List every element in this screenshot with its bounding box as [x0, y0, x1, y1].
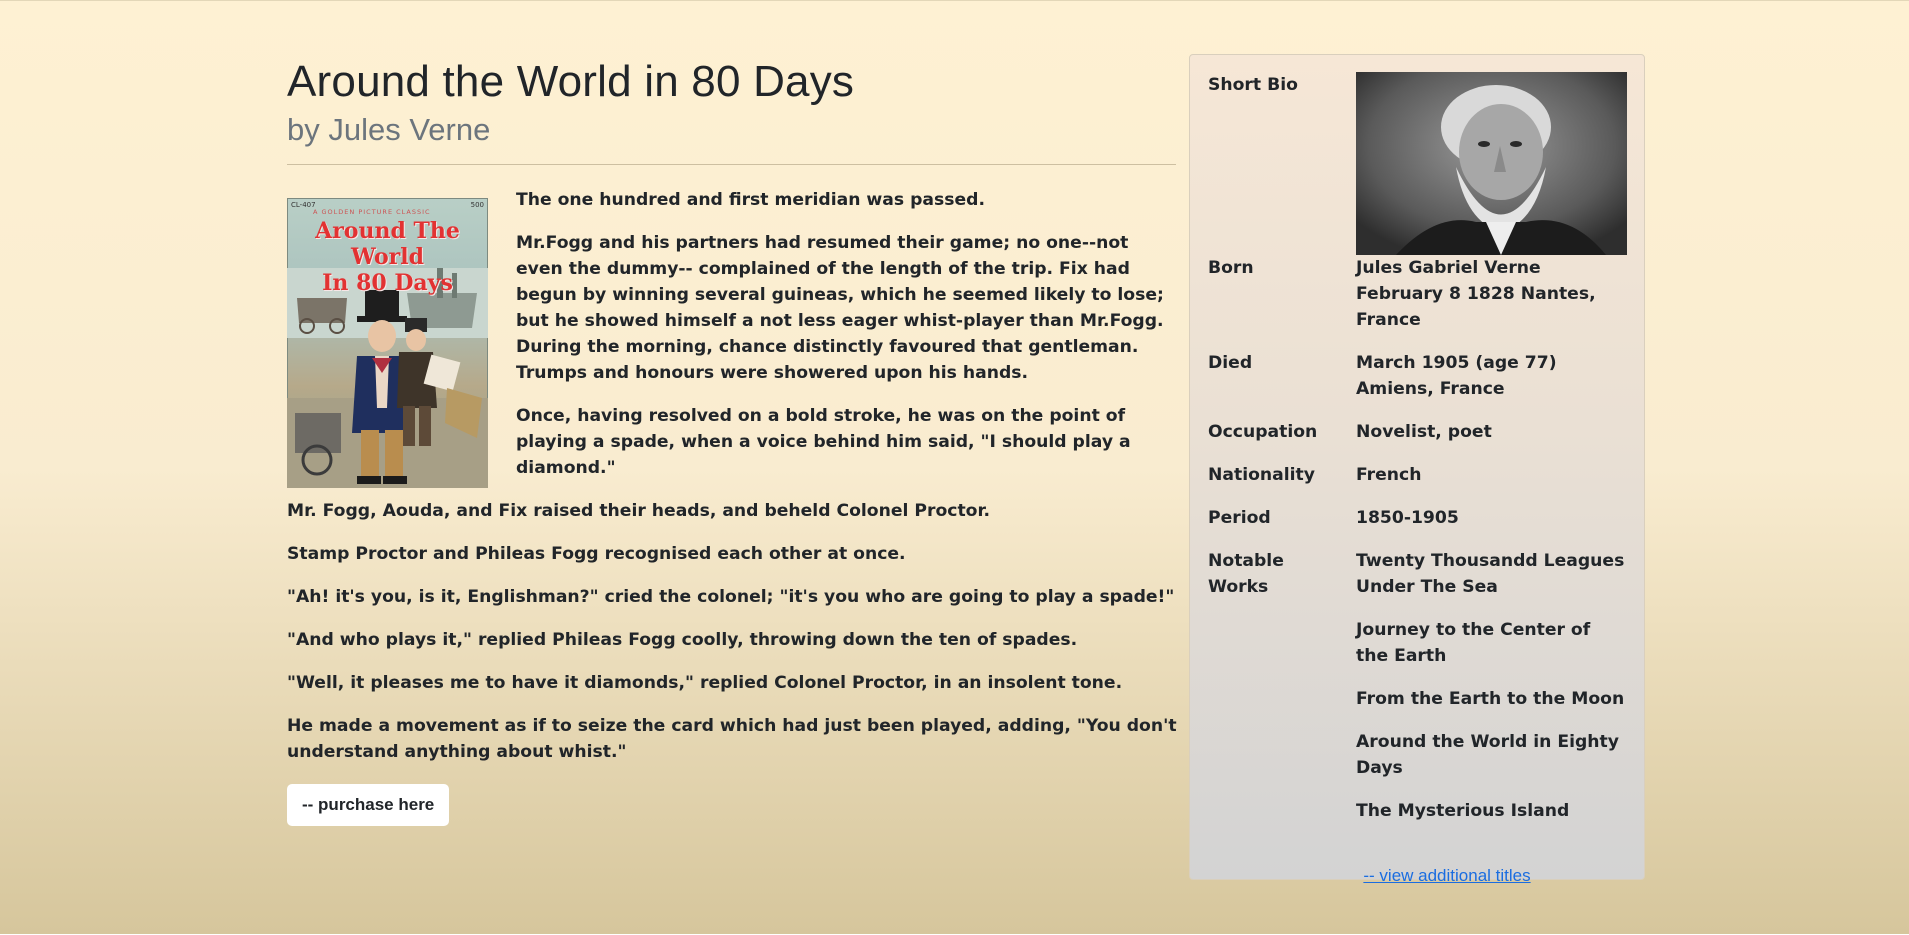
bio-row-works: Notable Works Twenty Thousandd Leagues U… — [1190, 548, 1644, 841]
occupation-label: Occupation — [1208, 422, 1318, 442]
work-item: From the Earth to the Moon — [1356, 689, 1625, 709]
main-content: Around the World in 80 Days by Jules Ver… — [287, 54, 1177, 826]
author-portrait — [1356, 72, 1627, 255]
bio-row-died: Died March 1905 (age 77) Amiens, France — [1190, 350, 1644, 419]
purchase-button[interactable]: -- purchase here — [287, 784, 450, 826]
short-bio-panel: Short Bio Born Jules Gabriel Verne Febru… — [1189, 54, 1645, 885]
work-item: Journey to the Center of the Earth — [1356, 620, 1591, 666]
view-additional-titles-link[interactable]: -- view additional titles — [1190, 863, 1644, 889]
died-value: March 1905 (age 77) Amiens, France — [1356, 353, 1557, 399]
born-label: Born — [1208, 258, 1254, 278]
work-item: Twenty Thousandd Leagues Under The Sea — [1356, 551, 1625, 597]
story-paragraph: "Ah! it's you, is it, Englishman?" cried… — [287, 587, 1175, 607]
period-value: 1850-1905 — [1356, 508, 1459, 528]
story-paragraph: "And who plays it," replied Phileas Fogg… — [287, 630, 1078, 650]
story-paragraph: "Well, it pleases me to have it diamonds… — [287, 673, 1123, 693]
occupation-value: Novelist, poet — [1356, 422, 1492, 442]
book-author: by Jules Verne — [287, 112, 491, 147]
divider — [287, 164, 1176, 165]
nationality-value: French — [1356, 465, 1422, 485]
period-label: Period — [1208, 508, 1271, 528]
bio-heading: Short Bio — [1208, 75, 1298, 95]
cover-title: Around The World In 80 Days — [315, 218, 460, 296]
bio-portrait-cell — [1356, 72, 1628, 255]
work-item: Around the World in Eighty Days — [1356, 732, 1619, 778]
work-item: The Mysterious Island — [1356, 801, 1570, 821]
bio-row-period: Period 1850-1905 — [1190, 505, 1644, 548]
died-label: Died — [1208, 353, 1253, 373]
book-title: Around the World in 80 Days — [287, 57, 855, 106]
story-paragraph: Mr. Fogg, Aouda, and Fix raised their he… — [287, 501, 991, 521]
bio-row-born: Born Jules Gabriel Verne February 8 1828… — [1190, 255, 1644, 350]
cover-series-name: A GOLDEN PICTURE CLASSIC — [313, 208, 431, 216]
story-text: CL-407 500 A GOLDEN PICTURE CLASSIC Aroun… — [287, 187, 1177, 826]
works-list: Twenty Thousandd Leagues Under The Sea J… — [1356, 548, 1628, 841]
bio-row-occupation: Occupation Novelist, poet — [1190, 419, 1644, 462]
bio-row-heading: Short Bio — [1190, 55, 1644, 255]
bio-row-nationality: Nationality French — [1190, 462, 1644, 505]
book-cover-image: CL-407 500 A GOLDEN PICTURE CLASSIC Aroun… — [287, 198, 488, 488]
born-value: Jules Gabriel Verne February 8 1828 Nant… — [1356, 258, 1596, 330]
story-paragraph: He made a movement as if to seize the ca… — [287, 716, 1177, 762]
works-label: Notable Works — [1208, 551, 1284, 597]
nationality-label: Nationality — [1208, 465, 1315, 485]
portrait-illustration — [1356, 72, 1627, 255]
story-paragraph: Stamp Proctor and Phileas Fogg recognise… — [287, 544, 906, 564]
top-border — [0, 0, 1909, 1]
